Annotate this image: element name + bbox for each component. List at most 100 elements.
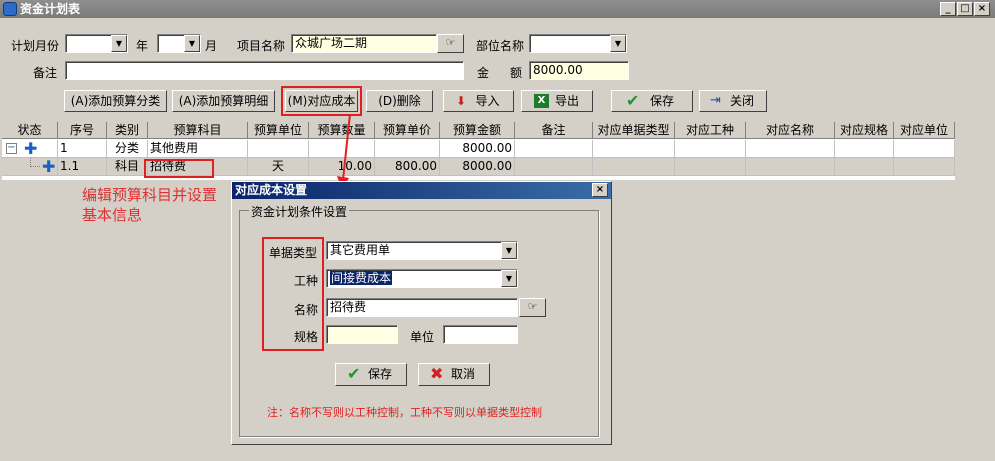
table-cell[interactable] bbox=[515, 158, 593, 176]
import-label: 导入 bbox=[475, 94, 500, 108]
dialog-cancel-label: 取消 bbox=[450, 367, 475, 381]
col-header[interactable]: 对应名称 bbox=[746, 122, 835, 139]
col-header[interactable]: 序号 bbox=[58, 122, 107, 139]
doc-type-select[interactable]: 其它费用单 ▼ bbox=[326, 241, 518, 260]
match-cost-dialog: 对应成本设置 × 资金计划条件设置 单据类型 其它费用单 ▼ 工种 间接费成本 … bbox=[231, 181, 612, 445]
col-header[interactable]: 预算单价 bbox=[375, 122, 440, 139]
month-select[interactable]: ▼ bbox=[157, 34, 201, 53]
chevron-down-icon[interactable]: ▼ bbox=[501, 270, 517, 287]
minimize-button[interactable]: _ bbox=[940, 2, 956, 16]
table-cell[interactable] bbox=[593, 158, 675, 176]
remark-input[interactable] bbox=[65, 61, 464, 80]
check-icon: ✔ bbox=[347, 364, 361, 383]
col-header[interactable]: 状态 bbox=[2, 122, 58, 139]
table-cell-type[interactable]: 分类 bbox=[107, 140, 148, 158]
delete-button[interactable]: (D)删除 bbox=[366, 90, 433, 112]
project-input[interactable]: 众城广场二期 bbox=[291, 34, 437, 53]
table-cell-amount[interactable]: 8000.00 bbox=[440, 140, 515, 158]
dialog-save-button[interactable]: ✔ 保存 bbox=[335, 363, 407, 386]
title-bar: 资金计划表 _ □ × bbox=[0, 0, 995, 18]
amount-label-1: 金 bbox=[477, 66, 490, 80]
table-cell[interactable] bbox=[593, 140, 675, 158]
exit-door-icon: ⇥ bbox=[710, 93, 721, 108]
table-cell[interactable] bbox=[835, 158, 894, 176]
table-cell-subject[interactable]: 其他费用 bbox=[148, 140, 248, 158]
excel-icon: X bbox=[534, 94, 549, 108]
col-header[interactable]: 预算科目 bbox=[148, 122, 248, 139]
close-label: 关闭 bbox=[729, 94, 754, 108]
table-cell[interactable] bbox=[515, 140, 593, 158]
save-button[interactable]: ✔ 保存 bbox=[611, 90, 693, 112]
dialog-cancel-button[interactable]: ✖ 取消 bbox=[418, 363, 490, 386]
col-header[interactable]: 备注 bbox=[515, 122, 593, 139]
plus-icon: ✚ bbox=[42, 158, 56, 176]
col-header[interactable]: 类别 bbox=[107, 122, 148, 139]
budget-table: 状态 序号 类别 预算科目 预算单位 预算数量 预算单价 预算金额 备注 对应单… bbox=[2, 122, 955, 180]
project-browse-button[interactable]: ☞ bbox=[437, 34, 464, 53]
chevron-down-icon[interactable]: ▼ bbox=[111, 35, 127, 52]
table-cell[interactable] bbox=[894, 158, 955, 176]
annotation-line-2: 基本信息 bbox=[82, 206, 143, 224]
table-cell[interactable] bbox=[675, 158, 746, 176]
dialog-note: 注：名称不写则以工种控制，工种不写则以单据类型控制 bbox=[267, 406, 542, 419]
table-cell-price[interactable]: 800.00 bbox=[375, 158, 440, 176]
import-button[interactable]: ⬇ 导入 bbox=[443, 90, 514, 112]
x-icon: ✖ bbox=[430, 364, 444, 383]
work-type-select[interactable]: 间接费成本 ▼ bbox=[326, 269, 518, 288]
unit-input[interactable] bbox=[443, 325, 518, 344]
table-cell-seq[interactable]: 1.1 bbox=[58, 158, 107, 176]
fields-highlight bbox=[262, 237, 324, 351]
export-label: 导出 bbox=[554, 94, 579, 108]
match-cost-button[interactable]: (M)对应成本 bbox=[285, 90, 358, 112]
table-cell[interactable] bbox=[746, 140, 835, 158]
close-button[interactable]: × bbox=[974, 2, 990, 16]
month-label: 月 bbox=[205, 39, 218, 53]
chevron-down-icon[interactable]: ▼ bbox=[610, 35, 626, 52]
year-select[interactable]: ▼ bbox=[65, 34, 128, 53]
table-cell-unit[interactable] bbox=[248, 140, 309, 158]
table-cell-amount[interactable]: 8000.00 bbox=[440, 158, 515, 176]
close-toolbar-button[interactable]: ⇥ 关闭 bbox=[699, 90, 767, 112]
export-button[interactable]: X 导出 bbox=[521, 90, 593, 112]
pointer-hand-icon: ☞ bbox=[445, 36, 456, 49]
name-browse-button[interactable]: ☞ bbox=[519, 298, 546, 317]
name-input[interactable]: 招待费 bbox=[326, 298, 518, 317]
annotation-arrow bbox=[337, 113, 351, 190]
chevron-down-icon[interactable]: ▼ bbox=[501, 242, 517, 259]
dept-select[interactable]: ▼ bbox=[529, 34, 627, 53]
amount-label-2: 额 bbox=[510, 66, 523, 80]
year-label: 年 bbox=[136, 39, 149, 53]
table-cell[interactable] bbox=[675, 140, 746, 158]
spec-input[interactable] bbox=[326, 325, 398, 344]
dialog-save-label: 保存 bbox=[367, 367, 392, 381]
table-cell-seq[interactable]: 1 bbox=[58, 140, 107, 158]
table-cell[interactable] bbox=[894, 140, 955, 158]
dialog-close-button[interactable]: × bbox=[592, 183, 608, 197]
col-header[interactable]: 对应规格 bbox=[835, 122, 894, 139]
group-title: 资金计划条件设置 bbox=[249, 203, 350, 220]
annotation-line-1: 编辑预算科目并设置 bbox=[82, 186, 218, 204]
table-cell[interactable] bbox=[746, 158, 835, 176]
table-cell-price[interactable] bbox=[375, 140, 440, 158]
collapse-icon[interactable]: − bbox=[6, 143, 17, 154]
chevron-down-icon[interactable]: ▼ bbox=[184, 35, 200, 52]
add-category-button[interactable]: (A)添加预算分类 bbox=[64, 90, 167, 112]
save-label: 保存 bbox=[649, 94, 674, 108]
col-header[interactable]: 对应单据类型 bbox=[593, 122, 675, 139]
unit-label: 单位 bbox=[410, 330, 435, 344]
col-header[interactable]: 预算单位 bbox=[248, 122, 309, 139]
add-detail-button[interactable]: (A)添加预算明细 bbox=[172, 90, 275, 112]
plus-icon: ✚ bbox=[24, 140, 38, 158]
table-cell[interactable] bbox=[835, 140, 894, 158]
maximize-button[interactable]: □ bbox=[957, 2, 973, 16]
table-cell-type[interactable]: 科目 bbox=[107, 158, 148, 176]
plan-month-label: 计划月份 bbox=[11, 39, 60, 53]
col-header[interactable]: 预算金额 bbox=[440, 122, 515, 139]
tree-line-icon bbox=[30, 158, 40, 167]
table-row-status[interactable]: − ✚ bbox=[2, 140, 58, 158]
col-header[interactable]: 对应工种 bbox=[675, 122, 746, 139]
import-icon: ⬇ bbox=[456, 94, 467, 108]
table-row-status[interactable]: ✚ bbox=[2, 158, 58, 176]
table-cell-unit[interactable]: 天 bbox=[248, 158, 309, 176]
col-header[interactable]: 对应单位 bbox=[894, 122, 955, 139]
